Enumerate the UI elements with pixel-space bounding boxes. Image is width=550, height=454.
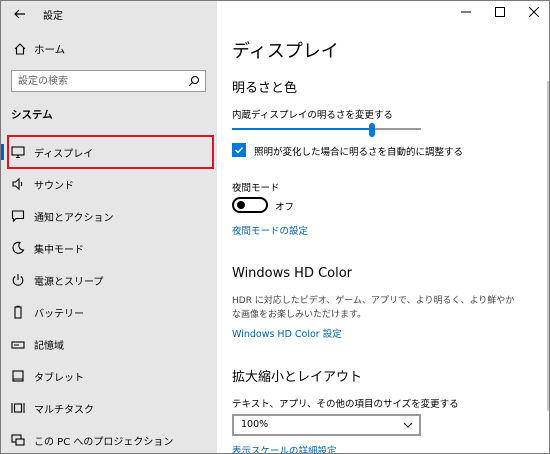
sidebar-item-label: 記憶域 <box>34 341 64 352</box>
multitask-icon <box>11 403 25 413</box>
scale-section-title: 拡大縮小とレイアウト <box>232 370 363 385</box>
minimize-icon <box>461 11 471 13</box>
auto-brightness-label: 照明が変化した場合に明るさを自動的に調整する <box>254 147 464 158</box>
hd-color-title: Windows HD Color <box>232 266 353 281</box>
sidebar-item-multitask[interactable]: マルチタスク <box>1 392 217 424</box>
minimize-button[interactable] <box>449 1 483 23</box>
sidebar-item-label: バッテリー <box>34 309 84 320</box>
maximize-icon <box>495 7 505 17</box>
home-icon <box>14 43 26 55</box>
sidebar: 設定 ホーム システム ディスプレイ サウンド 通知とアクション 集中モード <box>1 1 217 453</box>
scale-label: テキスト、アプリ、その他の項目のサイズを変更する <box>232 399 459 410</box>
power-icon <box>12 274 24 286</box>
sidebar-item-storage[interactable]: 記憶域 <box>1 328 217 360</box>
message-icon <box>11 210 25 223</box>
sidebar-item-label: マルチタスク <box>34 405 94 416</box>
selection-highlight <box>7 135 214 169</box>
scale-value: 100% <box>241 419 269 430</box>
tablet-icon <box>12 370 24 382</box>
sidebar-item-sound[interactable]: サウンド <box>1 168 217 200</box>
sidebar-item-home[interactable]: ホーム <box>1 38 217 62</box>
main-panel: ディスプレイ 明るさと色 内蔵ディスプレイの明るさを変更する 照明が変化した場合… <box>217 1 549 453</box>
brightness-label: 内蔵ディスプレイの明るさを変更する <box>232 110 393 121</box>
night-mode-state: オフ <box>275 202 295 213</box>
night-mode-toggle[interactable] <box>232 197 268 213</box>
sidebar-item-label: 集中モード <box>34 245 84 256</box>
settings-window: 設定 ホーム システム ディスプレイ サウンド 通知とアクション 集中モード <box>0 0 550 454</box>
sidebar-item-label: タブレット <box>34 373 84 384</box>
night-mode-label: 夜間モード <box>232 183 280 194</box>
hd-color-settings-link[interactable]: Windows HD Color 設定 <box>232 326 342 340</box>
speaker-icon <box>12 177 23 191</box>
sidebar-item-focus[interactable]: 集中モード <box>1 232 217 264</box>
search-field[interactable] <box>11 70 206 92</box>
search-icon <box>188 75 200 87</box>
sidebar-item-projection[interactable]: この PC へのプロジェクション <box>1 424 217 453</box>
sidebar-item-label: サウンド <box>34 181 74 192</box>
back-arrow-icon <box>14 9 25 19</box>
projection-icon <box>11 434 25 446</box>
auto-brightness-checkbox[interactable] <box>232 143 246 157</box>
section-title: システム <box>11 109 53 121</box>
toggle-knob <box>237 201 245 209</box>
checkmark-icon <box>235 147 244 154</box>
brightness-section-title: 明るさと色 <box>232 81 298 96</box>
brightness-slider[interactable] <box>232 123 421 137</box>
search-input[interactable] <box>12 71 172 91</box>
close-icon <box>529 7 539 17</box>
scrollbar[interactable] <box>547 81 549 411</box>
sidebar-item-tablet[interactable]: タブレット <box>1 360 217 392</box>
storage-icon <box>11 341 25 349</box>
sidebar-item-label: 通知とアクション <box>34 213 114 224</box>
sidebar-item-power[interactable]: 電源とスリープ <box>1 264 217 296</box>
slider-fill <box>232 128 372 130</box>
back-button[interactable] <box>9 5 31 23</box>
moon-icon <box>12 241 25 254</box>
battery-icon <box>14 305 22 319</box>
sidebar-item-battery[interactable]: バッテリー <box>1 296 217 328</box>
advanced-scaling-link[interactable]: 表示スケールの詳細設定 <box>232 443 337 453</box>
hd-color-description: HDR に対応したビデオ、ゲーム、アプリで、より明るく、より鮮やかな画像をお楽し… <box>232 296 515 320</box>
sidebar-item-label: ホーム <box>34 44 66 56</box>
window-controls <box>449 1 549 25</box>
close-button[interactable] <box>517 1 549 23</box>
slider-thumb[interactable] <box>369 123 375 137</box>
sidebar-item-label: この PC へのプロジェクション <box>34 437 174 448</box>
app-title: 設定 <box>43 11 63 22</box>
sidebar-item-notifications[interactable]: 通知とアクション <box>1 200 217 232</box>
scale-dropdown[interactable]: 100% <box>232 414 421 436</box>
night-mode-settings-link[interactable]: 夜間モードの設定 <box>232 223 308 237</box>
sidebar-item-label: 電源とスリープ <box>34 277 104 288</box>
page-title: ディスプレイ <box>232 41 339 62</box>
chevron-down-icon <box>403 422 413 428</box>
maximize-button[interactable] <box>483 1 517 23</box>
